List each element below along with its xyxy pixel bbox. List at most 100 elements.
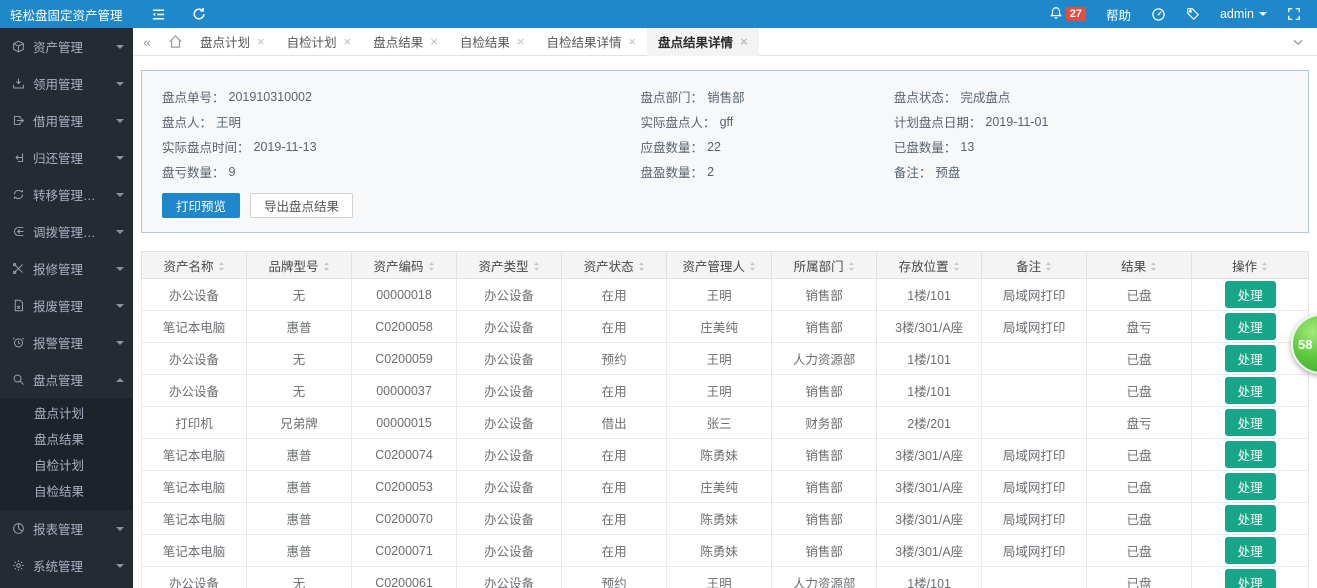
print-preview-button[interactable]: 打印预览 [162, 193, 240, 218]
table-cell: 局域网打印 [982, 311, 1087, 343]
sidebar-item-10[interactable]: 报表管理 [0, 510, 133, 547]
sidebar-item-11[interactable]: 系统管理 [0, 547, 133, 584]
tab-close-icon[interactable]: × [628, 35, 636, 48]
handle-button[interactable]: 处理 [1225, 537, 1276, 564]
notifications-button[interactable]: 27 [1049, 6, 1086, 23]
table-action-cell: 处理 [1192, 375, 1309, 407]
handle-button[interactable]: 处理 [1225, 569, 1276, 588]
handle-button[interactable]: 处理 [1225, 345, 1276, 372]
column-header-label: 操作 [1232, 260, 1257, 274]
inventory-icon [12, 373, 25, 386]
tag-icon[interactable] [1186, 7, 1200, 21]
table-row: 办公设备无00000037办公设备在用王明销售部1楼/101已盘处理 [142, 375, 1309, 407]
handle-button[interactable]: 处理 [1225, 281, 1276, 308]
column-header-1[interactable]: 品牌型号 [247, 252, 352, 279]
tab-1[interactable]: 自检计划× [276, 28, 363, 56]
tab-menu-button[interactable] [1279, 35, 1317, 49]
column-header-label: 资产状态 [584, 260, 634, 274]
column-header-9[interactable]: 结果 [1087, 252, 1192, 279]
help-link[interactable]: 帮助 [1106, 5, 1131, 24]
detail-column-2: 盘点状态：完成盘点计划盘点日期：2019-11-01已盘数量：13备注：预盘 [894, 84, 1288, 184]
table-cell: 已盘 [1087, 279, 1192, 311]
column-header-5[interactable]: 资产管理人 [667, 252, 772, 279]
tab-4[interactable]: 自检结果详情× [535, 28, 647, 56]
table-cell: 无 [247, 343, 352, 375]
sidebar-subitem-1[interactable]: 盘点结果 [0, 427, 133, 453]
handle-button[interactable]: 处理 [1225, 409, 1276, 436]
handle-button[interactable]: 处理 [1225, 313, 1276, 340]
sidebar-subitem-2[interactable]: 自检计划 [0, 453, 133, 479]
table-cell: 1楼/101 [877, 375, 982, 407]
tab-close-icon[interactable]: × [430, 35, 438, 48]
table-cell: 笔记本电脑 [142, 311, 247, 343]
tab-5[interactable]: 盘点结果详情 × [647, 28, 759, 56]
refresh-icon[interactable] [192, 7, 206, 21]
column-header-3[interactable]: 资产类型 [457, 252, 562, 279]
tab-close-icon[interactable]: × [740, 35, 748, 48]
field-value: 2 [707, 165, 714, 179]
tab-label: 盘点结果详情 [658, 32, 733, 51]
sidebar-item-1[interactable]: 领用管理 [0, 65, 133, 102]
table-cell: 盘亏 [1087, 407, 1192, 439]
sidebar-subitem-0[interactable]: 盘点计划 [0, 401, 133, 427]
tab-close-icon[interactable]: × [517, 35, 525, 48]
sidebar-item-2[interactable]: 借用管理 [0, 102, 133, 139]
table-cell: 办公设备 [457, 343, 562, 375]
field-label: 盘亏数量： [162, 162, 225, 181]
tabs-collapse-button[interactable]: « [133, 28, 161, 56]
sidebar-subitem-3[interactable]: 自检结果 [0, 479, 133, 505]
column-header-0[interactable]: 资产名称 [142, 252, 247, 279]
user-menu[interactable]: admin [1220, 7, 1267, 21]
dashboard-icon[interactable] [1151, 7, 1166, 22]
tab-close-icon[interactable]: × [257, 35, 265, 48]
column-header-8[interactable]: 备注 [982, 252, 1087, 279]
detail-field: 盘点状态：完成盘点 [894, 84, 1288, 109]
borrow-icon [12, 114, 25, 127]
sidebar-toggle-icon[interactable] [151, 7, 166, 22]
sidebar-item-0[interactable]: 资产管理 [0, 28, 133, 65]
handle-button[interactable]: 处理 [1225, 473, 1276, 500]
export-result-button[interactable]: 导出盘点结果 [250, 193, 353, 218]
table-row: 笔记本电脑惠普C0200070办公设备在用陈勇妹销售部3楼/301/A座局域网打… [142, 503, 1309, 535]
sidebar-item-9[interactable]: 盘点管理 [0, 361, 133, 398]
sidebar-item-8[interactable]: 报警管理 [0, 324, 133, 361]
table-cell: 在用 [562, 311, 667, 343]
result-table-wrap: 资产名称品牌型号资产编码资产类型资产状态资产管理人所属部门存放位置备注结果操作 … [141, 251, 1309, 588]
table-action-cell: 处理 [1192, 567, 1309, 588]
sidebar-item-3[interactable]: 归还管理 [0, 139, 133, 176]
column-header-10[interactable]: 操作 [1192, 252, 1309, 279]
table-cell: 销售部 [772, 503, 877, 535]
detail-field: 已盘数量：13 [894, 134, 1288, 159]
sidebar-item-4[interactable]: 转移管理（内... [0, 176, 133, 213]
column-header-6[interactable]: 所属部门 [772, 252, 877, 279]
fullscreen-icon[interactable] [1287, 7, 1301, 21]
table-row: 笔记本电脑惠普C0200071办公设备在用陈勇妹销售部3楼/301/A座局域网打… [142, 535, 1309, 567]
table-cell: 办公设备 [457, 407, 562, 439]
sidebar-item-5[interactable]: 调拨管理（外... [0, 213, 133, 250]
detail-column-0: 盘点单号：201910310002盘点人：王明实际盘点时间：2019-11-13… [162, 84, 641, 184]
handle-button[interactable]: 处理 [1225, 377, 1276, 404]
tab-2[interactable]: 盘点结果 × [362, 28, 449, 56]
return-icon [12, 151, 25, 164]
column-header-label: 资产管理人 [682, 260, 745, 274]
allocate-icon [12, 225, 25, 238]
tab-label: 盘点结果 [373, 32, 423, 51]
column-header-7[interactable]: 存放位置 [877, 252, 982, 279]
handle-button[interactable]: 处理 [1225, 505, 1276, 532]
sidebar-item-7[interactable]: 报废管理 [0, 287, 133, 324]
column-header-4[interactable]: 资产状态 [562, 252, 667, 279]
table-cell: 00000018 [352, 279, 457, 311]
table-cell: 预约 [562, 343, 667, 375]
tab-3[interactable]: 自检结果× [449, 28, 536, 56]
tab-0[interactable]: 盘点计划× [189, 28, 276, 56]
table-cell: 人力资源部 [772, 567, 877, 588]
tab-close-icon[interactable]: × [344, 35, 352, 48]
chevron-down-icon [1259, 12, 1267, 16]
table-cell: 张三 [667, 407, 772, 439]
handle-button[interactable]: 处理 [1225, 441, 1276, 468]
table-cell: 办公设备 [457, 375, 562, 407]
home-tab-icon[interactable] [161, 28, 189, 56]
sidebar-item-6[interactable]: 报修管理 [0, 250, 133, 287]
column-header-2[interactable]: 资产编码 [352, 252, 457, 279]
column-header-label: 资产编码 [374, 260, 424, 274]
